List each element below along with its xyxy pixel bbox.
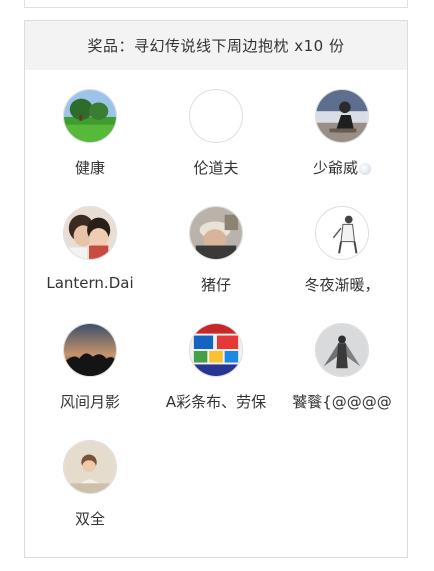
winner-item[interactable]: 冬夜渐暖， xyxy=(279,206,405,323)
winner-item[interactable]: 健康 xyxy=(27,89,153,206)
winner-item[interactable]: 双全 xyxy=(27,440,153,557)
winner-name: 冬夜渐暖， xyxy=(304,276,380,294)
avatar[interactable] xyxy=(189,206,243,260)
winner-name: 风间月影 xyxy=(59,393,120,411)
prize-title: 奖品：寻幻传说线下周边抱枕 x10 份 xyxy=(25,21,407,70)
avatar[interactable] xyxy=(63,89,117,143)
winner-item[interactable]: Lantern.Dai xyxy=(27,206,153,323)
winner-name: A彩条布、劳保 xyxy=(165,393,267,411)
winner-item[interactable]: 风间月影 xyxy=(27,323,153,440)
winners-grid: 健康 伦道夫 少爺威 Lantern.Dai 猪仔 冬夜渐暖， 风间月影 A彩条… xyxy=(25,70,407,557)
winner-name: 双全 xyxy=(74,510,105,528)
winner-item[interactable]: 猪仔 xyxy=(153,206,279,323)
page: 奖品：寻幻传说线下周边抱枕 x10 份 健康 伦道夫 少爺威 Lantern.D… xyxy=(0,0,434,571)
winner-name: Lantern.Dai xyxy=(46,274,134,292)
prize-winners-card: 奖品：寻幻传说线下周边抱枕 x10 份 健康 伦道夫 少爺威 Lantern.D… xyxy=(24,20,408,558)
emoji-icon xyxy=(359,162,371,175)
previous-card-bottom-edge xyxy=(24,0,408,8)
winner-item[interactable]: 饕餮{@@@@ xyxy=(279,323,405,440)
avatar[interactable] xyxy=(63,440,117,494)
avatar[interactable] xyxy=(315,206,369,260)
winner-item[interactable]: 少爺威 xyxy=(279,89,405,206)
avatar[interactable] xyxy=(315,323,369,377)
winner-item[interactable]: 伦道夫 xyxy=(153,89,279,206)
winner-name: 饕餮{@@@@ xyxy=(292,393,392,411)
avatar[interactable] xyxy=(189,89,243,143)
avatar[interactable] xyxy=(315,89,369,143)
avatar[interactable] xyxy=(63,206,117,260)
winner-name: 伦道夫 xyxy=(193,159,239,177)
winner-item[interactable]: A彩条布、劳保 xyxy=(153,323,279,440)
winner-name: 健康 xyxy=(74,159,105,177)
winner-name: 猪仔 xyxy=(200,276,231,294)
winner-name: 少爺威 xyxy=(313,157,371,178)
avatar[interactable] xyxy=(189,323,243,377)
avatar[interactable] xyxy=(63,323,117,377)
